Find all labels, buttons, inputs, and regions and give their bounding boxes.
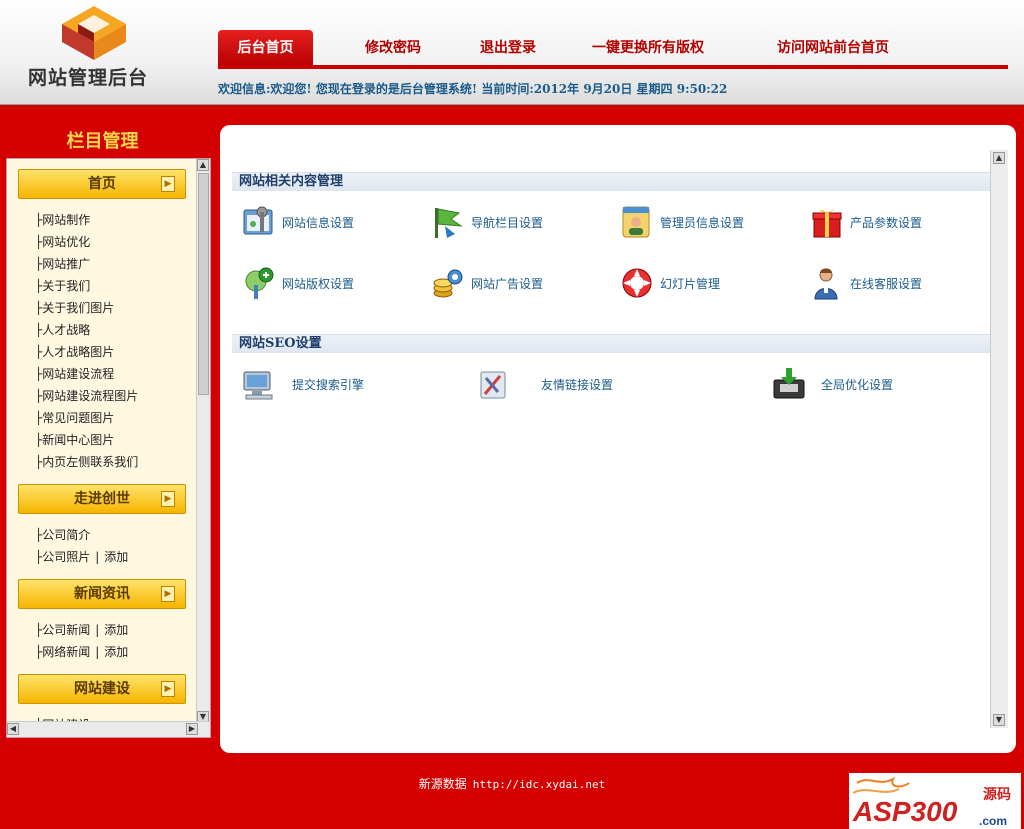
chevron-right-icon: ▶ <box>161 176 175 192</box>
menu-item[interactable]: ├网站建设流程图片 <box>35 387 138 404</box>
menu-item[interactable]: ├内页左侧联系我们 <box>35 453 138 470</box>
sidebar-horizontal-scrollbar[interactable]: ◀ ▶ <box>7 721 210 737</box>
lifebuoy-icon <box>622 268 652 298</box>
tile-label: 提交搜索引擎 <box>292 378 365 392</box>
chevron-right-icon: ▶ <box>161 681 175 697</box>
footer-url[interactable]: http://idc.xydai.net <box>473 778 605 791</box>
admin-user-icon <box>622 206 650 238</box>
header: 网站管理后台 后台首页 修改密码 退出登录 一键更换所有版权 访问网站前台首页 … <box>0 0 1024 105</box>
menu-item-with-add: ├网络新闻 | 添加 <box>35 645 129 659</box>
tile-label: 全局优化设置 <box>821 378 894 392</box>
tab-replace-copyright[interactable]: 一键更换所有版权 <box>583 30 713 66</box>
menu-group-label: 走进创世 <box>74 491 130 507</box>
menu-item[interactable]: ├常见问题图片 <box>35 409 114 426</box>
menu-item-with-add: ├公司照片 | 添加 <box>35 550 129 564</box>
sidebar-title: 栏目管理 <box>66 131 139 152</box>
tile-label: 网站版权设置 <box>282 277 355 291</box>
brand-logo-icon: ASP300 源码 .com <box>849 773 1021 829</box>
menu-group-label: 新闻资讯 <box>74 586 130 602</box>
chevron-right-icon: ▶ <box>161 491 175 507</box>
flag-icon <box>435 208 463 238</box>
tile-label: 在线客服设置 <box>850 277 923 291</box>
tile-slideshow[interactable]: 幻灯片管理 <box>620 265 790 305</box>
menu-item[interactable]: ├网站优化 <box>35 233 90 250</box>
menu-item[interactable]: ├公司简介 <box>35 526 90 543</box>
scroll-up-icon[interactable]: ▲ <box>197 159 209 171</box>
scroll-down-icon[interactable]: ▼ <box>993 714 1005 726</box>
logo-text: 网站管理后台 <box>28 67 149 89</box>
brand-sub: 源码 <box>983 786 1011 802</box>
menu-item[interactable]: ├关于我们图片 <box>35 299 114 316</box>
add-link[interactable]: 添加 <box>104 645 128 659</box>
section-title-content: 网站相关内容管理 <box>232 172 990 191</box>
menu-item[interactable]: ├人才战略图片 <box>35 343 114 360</box>
add-pin-icon <box>245 267 274 299</box>
tile-label: 产品参数设置 <box>850 216 923 230</box>
coins-gear-icon <box>433 269 463 298</box>
nav-divider <box>218 65 1008 69</box>
tile-global-optimize[interactable]: 全局优化设置 <box>772 366 972 406</box>
tab-change-password[interactable]: 修改密码 <box>348 30 438 66</box>
menu-item[interactable]: ├公司新闻 <box>35 623 90 637</box>
menu-group-label: 首页 <box>88 176 116 192</box>
brand-text: ASP300 <box>852 796 958 827</box>
settings-window-icon <box>243 206 273 235</box>
menu-group-site-build[interactable]: 网站建设 ▶ <box>18 674 186 704</box>
tile-admin-info[interactable]: 管理员信息设置 <box>620 204 790 244</box>
tile-label: 友情链接设置 <box>541 378 614 392</box>
scroll-right-icon[interactable]: ▶ <box>186 723 198 735</box>
brand-domain: .com <box>979 814 1007 828</box>
tile-product-params[interactable]: 产品参数设置 <box>810 204 980 244</box>
footer-text: 新源数据 <box>418 777 467 791</box>
tile-friend-links[interactable]: 友情链接设置 <box>476 366 696 406</box>
menu-group-home[interactable]: 首页 ▶ <box>18 169 186 199</box>
menu-item[interactable]: ├公司照片 <box>35 550 90 564</box>
support-person-icon <box>814 268 838 300</box>
menu-item-with-add: ├公司新闻 | 添加 <box>35 623 129 637</box>
tile-label: 管理员信息设置 <box>660 216 745 230</box>
computer-icon <box>243 371 273 400</box>
link-tools-icon <box>480 371 506 399</box>
tile-site-info[interactable]: 网站信息设置 <box>242 204 412 244</box>
menu-item[interactable]: ├关于我们 <box>35 277 90 294</box>
menu-item[interactable]: ├网站建设流程 <box>35 365 114 382</box>
tile-label: 网站信息设置 <box>282 216 355 230</box>
sidebar-vertical-scrollbar[interactable]: ▲ ▼ <box>196 159 210 723</box>
menu-item[interactable]: ├网络新闻 <box>35 645 90 659</box>
welcome-message: 欢迎信息:欢迎您! 您现在登录的是后台管理系统! 当前时间:2012年 9月20… <box>218 82 728 96</box>
download-archive-icon <box>773 368 805 399</box>
menu-group-label: 网站建设 <box>74 681 130 697</box>
scroll-thumb[interactable] <box>198 173 209 395</box>
sidebar: 首页 ▶ ├网站制作 ├网站优化 ├网站推广 ├关于我们 ├关于我们图片 ├人才… <box>6 158 211 738</box>
tile-label: 导航栏目设置 <box>471 216 544 230</box>
gift-box-icon <box>812 209 842 238</box>
menu-group-news[interactable]: 新闻资讯 ▶ <box>18 579 186 609</box>
tile-nav-settings[interactable]: 导航栏目设置 <box>431 204 601 244</box>
tab-logout[interactable]: 退出登录 <box>463 30 553 66</box>
menu-item[interactable]: ├人才战略 <box>35 321 90 338</box>
add-link[interactable]: 添加 <box>104 623 128 637</box>
tile-online-support[interactable]: 在线客服设置 <box>810 265 980 305</box>
tile-label: 幻灯片管理 <box>660 277 721 291</box>
menu-item[interactable]: ├网站制作 <box>35 211 90 228</box>
add-link[interactable]: 添加 <box>104 550 128 564</box>
main-vertical-scrollbar[interactable]: ▲ ▼ <box>990 150 1008 728</box>
menu-group-about[interactable]: 走进创世 ▶ <box>18 484 186 514</box>
scroll-up-icon[interactable]: ▲ <box>993 152 1005 164</box>
tile-submit-search[interactable]: 提交搜索引擎 <box>242 366 442 406</box>
tile-ad-settings[interactable]: 网站广告设置 <box>431 265 601 305</box>
tile-copyright[interactable]: 网站版权设置 <box>242 265 412 305</box>
menu-item[interactable]: ├网站推广 <box>35 255 90 272</box>
section-title-seo: 网站SEO设置 <box>232 334 990 353</box>
tile-label: 网站广告设置 <box>471 277 544 291</box>
menu-item[interactable]: ├新闻中心图片 <box>35 431 114 448</box>
tab-visit-frontend[interactable]: 访问网站前台首页 <box>763 30 903 66</box>
tab-home[interactable]: 后台首页 <box>218 30 313 66</box>
scroll-left-icon[interactable]: ◀ <box>7 723 19 735</box>
chevron-right-icon: ▶ <box>161 586 175 602</box>
